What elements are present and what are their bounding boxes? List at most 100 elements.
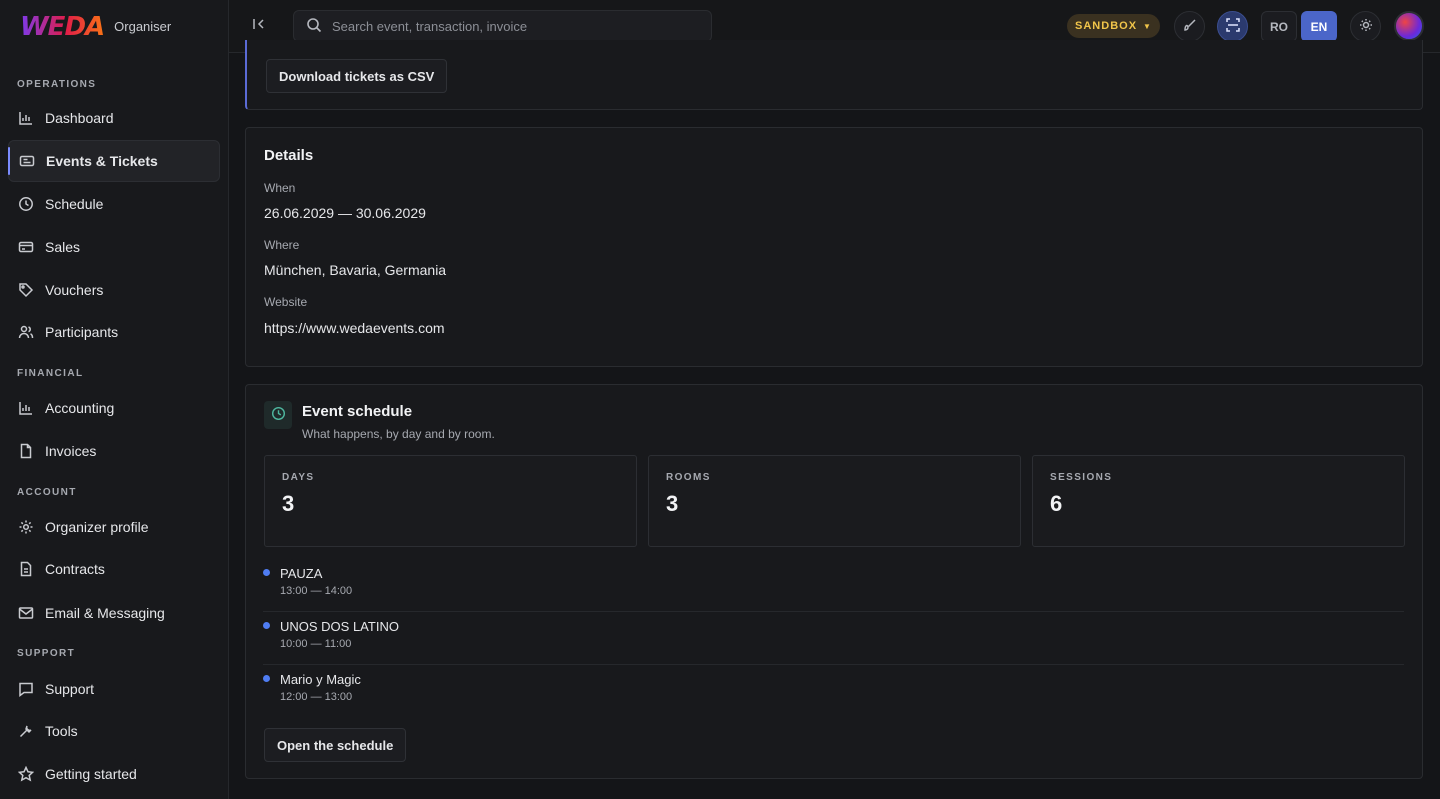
sidebar-item-label: Organizer profile (45, 519, 149, 535)
scan-icon (1225, 17, 1241, 36)
chat-icon (17, 680, 35, 698)
stat-sessions: SESSIONS 6 (1032, 455, 1405, 547)
session-dot (263, 569, 270, 576)
card-icon (17, 238, 35, 256)
website-link[interactable]: https://www.wedaevents.com (264, 320, 445, 336)
sidebar-item-schedule[interactable]: Schedule (8, 183, 220, 225)
sidebar-item-tools[interactable]: Tools (8, 710, 220, 752)
sidebar-item-label: Support (45, 681, 95, 697)
sidebar-item-label: Schedule (45, 196, 104, 212)
stat-value: 3 (282, 491, 295, 516)
where-value: München, Bavaria, Germania (264, 262, 447, 278)
when-value: 26.06.2029 — 30.06.2029 (264, 205, 426, 221)
sidebar-item-label: Contracts (45, 561, 105, 577)
website-label: Website (264, 295, 308, 309)
open-schedule-button[interactable]: Open the schedule (264, 728, 407, 762)
session-time: 13:00 — 14:00 (280, 585, 353, 597)
sun-icon (1358, 17, 1374, 36)
stat-value: 3 (666, 491, 679, 516)
sidebar-item-label: Invoices (45, 443, 97, 459)
clock-icon (17, 195, 35, 213)
gear-icon (17, 518, 35, 536)
wrench-icon (17, 722, 35, 740)
sandbox-label: SANDBOX (1075, 20, 1138, 32)
weda-logo[interactable]: WEDA (20, 12, 105, 42)
event-schedule-card: Event schedule What happens, by day and … (245, 384, 1423, 779)
section-label-account: ACCOUNT (17, 487, 77, 498)
sidebar-item-label: Events & Tickets (46, 153, 158, 169)
brush-icon (1182, 17, 1198, 36)
sidebar-item-events-tickets[interactable]: Events & Tickets (8, 140, 220, 182)
section-label-financial: FINANCIAL (17, 368, 84, 379)
sidebar: WEDA Organiser OPERATIONS Dashboard Even… (0, 0, 229, 799)
sidebar-item-email-messaging[interactable]: Email & Messaging (8, 592, 220, 634)
search-icon (306, 17, 322, 36)
star-icon (17, 765, 35, 783)
tools-button[interactable] (1174, 11, 1205, 42)
document-icon (17, 560, 35, 578)
ticket-icon (18, 152, 36, 170)
session-item[interactable]: UNOS DOS LATINO 10:00 — 11:00 (263, 612, 1404, 665)
session-dot (263, 675, 270, 682)
scan-button[interactable] (1217, 11, 1248, 42)
download-tickets-csv-button[interactable]: Download tickets as CSV (266, 59, 448, 93)
session-time: 12:00 — 13:00 (280, 691, 353, 703)
details-title: Details (264, 147, 314, 164)
details-card: Details When 26.06.2029 — 30.06.2029 Whe… (245, 127, 1423, 367)
session-title: PAUZA (280, 566, 323, 581)
where-label: Where (264, 238, 300, 252)
stat-days: DAYS 3 (264, 455, 637, 547)
event-schedule-subtitle: What happens, by day and by room. (302, 427, 495, 441)
chevron-down-icon: ▼ (1143, 21, 1152, 31)
schedule-icon-box (264, 401, 292, 429)
lang-ro-button[interactable]: RO (1261, 11, 1297, 42)
sidebar-item-support[interactable]: Support (8, 668, 220, 710)
tag-icon (17, 281, 35, 299)
sidebar-item-label: Dashboard (45, 110, 114, 126)
sidebar-item-label: Getting started (45, 766, 137, 782)
file-icon (17, 442, 35, 460)
lang-en-button[interactable]: EN (1301, 11, 1337, 42)
search-input[interactable] (332, 18, 692, 34)
section-label-operations: OPERATIONS (17, 79, 97, 90)
stat-label: SESSIONS (1050, 472, 1113, 483)
theme-toggle-button[interactable] (1350, 11, 1381, 42)
stat-value: 6 (1050, 491, 1063, 516)
stat-label: DAYS (282, 472, 315, 483)
sidebar-item-label: Vouchers (45, 282, 104, 298)
brand-subtitle: Organiser (114, 19, 172, 34)
sidebar-item-invoices[interactable]: Invoices (8, 430, 220, 472)
clock-icon (271, 406, 286, 424)
search-bar[interactable] (293, 10, 712, 42)
collapse-sidebar-icon[interactable] (251, 16, 271, 36)
sidebar-item-label: Tools (45, 723, 78, 739)
chart-icon (17, 109, 35, 127)
session-item[interactable]: PAUZA 13:00 — 14:00 (263, 559, 1404, 612)
brand: WEDA Organiser (0, 0, 228, 53)
mail-icon (17, 604, 35, 622)
sidebar-item-getting-started[interactable]: Getting started (8, 753, 220, 795)
sidebar-item-label: Email & Messaging (45, 605, 165, 621)
sidebar-item-contracts[interactable]: Contracts (8, 548, 220, 590)
session-title: Mario y Magic (280, 672, 361, 687)
session-dot (263, 622, 270, 629)
sidebar-item-participants[interactable]: Participants (8, 311, 220, 353)
sidebar-item-vouchers[interactable]: Vouchers (8, 269, 220, 311)
stat-rooms: ROOMS 3 (648, 455, 1021, 547)
session-title: UNOS DOS LATINO (280, 619, 399, 634)
tickets-card: Download tickets as CSV (245, 40, 1423, 110)
avatar[interactable] (1394, 11, 1424, 41)
sidebar-item-sales[interactable]: Sales (8, 226, 220, 268)
sidebar-item-label: Sales (45, 239, 81, 255)
session-item[interactable]: Mario y Magic 12:00 — 13:00 (263, 665, 1404, 718)
event-schedule-title: Event schedule (302, 403, 413, 420)
sandbox-badge[interactable]: SANDBOX ▼ (1067, 14, 1160, 38)
session-time: 10:00 — 11:00 (280, 638, 352, 650)
users-icon (17, 323, 35, 341)
sidebar-item-accounting[interactable]: Accounting (8, 387, 220, 429)
section-label-support: SUPPORT (17, 648, 76, 659)
sidebar-item-organizer-profile[interactable]: Organizer profile (8, 506, 220, 548)
sidebar-item-dashboard[interactable]: Dashboard (8, 97, 220, 139)
stat-label: ROOMS (666, 472, 711, 483)
chart-icon (17, 399, 35, 417)
